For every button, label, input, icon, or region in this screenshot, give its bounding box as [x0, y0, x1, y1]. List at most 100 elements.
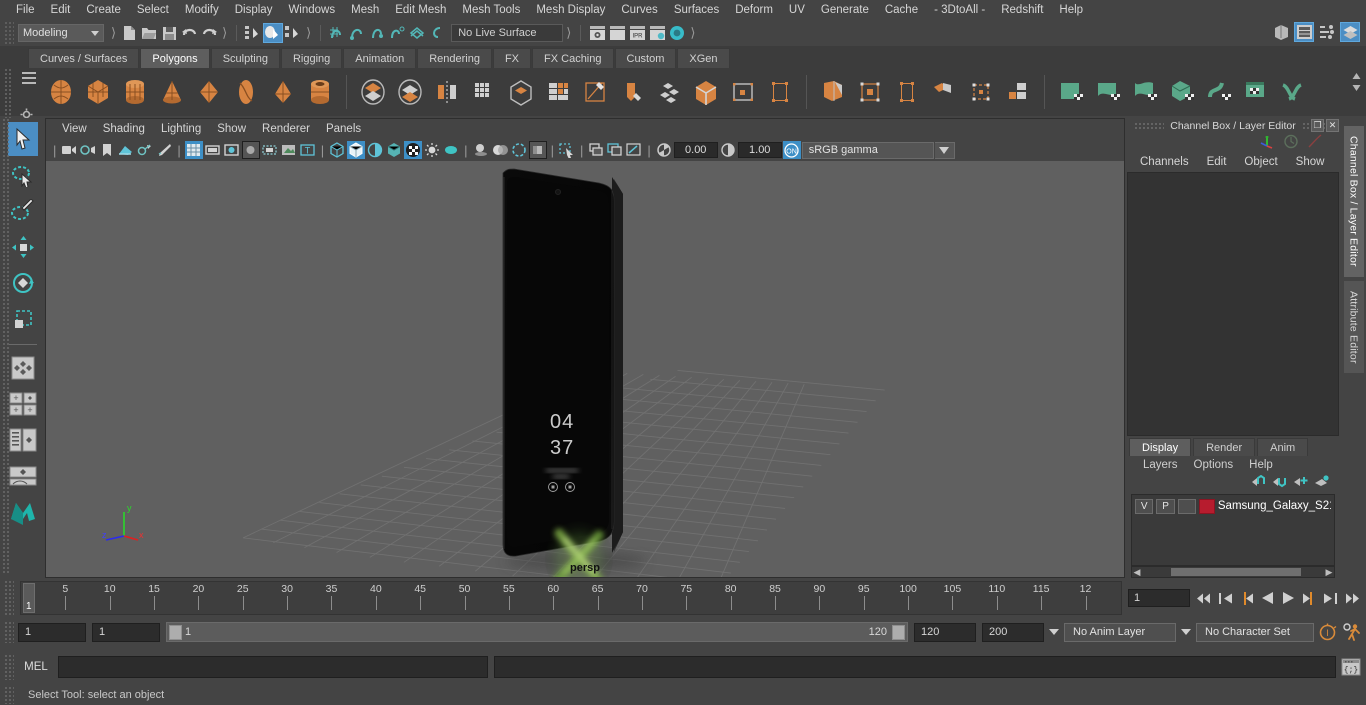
paint-select-tool-button[interactable] [8, 194, 38, 228]
display-layer-list[interactable]: V P Samsung_Galaxy_S21_ [1131, 494, 1335, 566]
menu-item-mesh[interactable]: Mesh [343, 0, 387, 20]
viewport-collapse-bracket-3[interactable]: | [318, 143, 327, 158]
menu-item-create[interactable]: Create [78, 0, 129, 20]
menu-item-select[interactable]: Select [129, 0, 177, 20]
viewport-collapse-bracket-6[interactable]: | [577, 143, 586, 158]
add-selected-to-layer-icon[interactable] [1314, 475, 1329, 491]
range-end-handle[interactable] [892, 624, 905, 640]
menu-item-mesh-tools[interactable]: Mesh Tools [454, 0, 528, 20]
go-to-end-icon[interactable] [1343, 590, 1360, 607]
menu-item-3dtoall[interactable]: - 3DtoAll - [926, 0, 993, 20]
poly-cube-icon[interactable] [81, 75, 115, 109]
perspective-viewport[interactable]: 04 37 y z x persp [46, 161, 1124, 577]
collapse-bracket-1[interactable]: ⟩ [108, 25, 119, 41]
rotate-tool-button[interactable] [8, 266, 38, 300]
layer-shading-toggle[interactable] [1177, 498, 1197, 514]
four-view-layout-button[interactable]: + + + [8, 387, 38, 421]
select-by-hierarchy-icon[interactable] [243, 23, 263, 43]
shelf-tab-polygons[interactable]: Polygons [140, 48, 210, 68]
new-scene-icon[interactable] [119, 23, 139, 43]
snap-to-projected-center-icon[interactable] [387, 23, 407, 43]
shadows-icon[interactable] [472, 141, 490, 159]
time-slider-grip[interactable] [4, 580, 14, 616]
film-gate-icon[interactable] [204, 141, 222, 159]
uv-planar-icon[interactable] [853, 75, 887, 109]
range-start-handle[interactable] [169, 624, 182, 640]
xray-active-components-icon[interactable] [606, 141, 624, 159]
menu-item-uv[interactable]: UV [781, 0, 813, 20]
exposure-icon[interactable] [655, 141, 673, 159]
sculpt-sphere-icon[interactable] [1091, 75, 1125, 109]
color-space-selector[interactable]: sRGB gamma [801, 141, 934, 159]
shelf-tab-rigging[interactable]: Rigging [280, 48, 343, 68]
menu-item-generate[interactable]: Generate [813, 0, 877, 20]
two-sided-lighting-icon[interactable] [442, 141, 460, 159]
color-space-chevron-down-icon[interactable] [934, 141, 955, 159]
viewport-collapse-bracket-7[interactable]: | [644, 143, 653, 158]
scale-tool-button[interactable] [8, 302, 38, 336]
viewport-collapse-bracket-5[interactable]: | [548, 143, 557, 158]
xray-joints-icon[interactable] [587, 141, 605, 159]
shelf-tab-fx-caching[interactable]: FX Caching [532, 48, 614, 68]
exposure-reset-icon[interactable] [625, 141, 643, 159]
command-input-field[interactable] [58, 656, 488, 678]
snap-to-view-plane-icon[interactable] [407, 23, 427, 43]
shelf-tab-xgen[interactable]: XGen [677, 48, 730, 68]
gate-mask-icon[interactable] [241, 141, 260, 159]
render-current-frame-icon[interactable] [587, 23, 607, 43]
viewport-collapse-bracket-2[interactable]: | [174, 143, 183, 158]
poly-pipe-icon[interactable] [303, 75, 337, 109]
current-frame-field[interactable]: 1 [1128, 589, 1190, 607]
poly-multicut-icon[interactable] [578, 75, 612, 109]
vertical-tab-channel-box-layer-editor[interactable]: Channel Box / Layer Editor [1343, 126, 1364, 277]
shelf-tab-rendering[interactable]: Rendering [417, 48, 492, 68]
exposure-value-field[interactable]: 0.00 [673, 142, 718, 158]
menu-item-redshift[interactable]: Redshift [993, 0, 1051, 20]
channel-menu-show[interactable]: Show [1287, 156, 1334, 168]
show-hide-modeling-toolkit-icon[interactable] [1271, 22, 1291, 42]
command-output-field[interactable] [494, 656, 1336, 678]
viewport-collapse-bracket-1[interactable]: | [50, 143, 59, 158]
make-live-icon[interactable] [427, 23, 447, 43]
layer-playback-toggle[interactable]: P [1156, 498, 1175, 514]
menu-item-edit[interactable]: Edit [43, 0, 79, 20]
select-camera-icon[interactable] [60, 141, 78, 159]
channel-box-content-area[interactable] [1127, 172, 1339, 436]
viewport-menu-shading[interactable]: Shading [95, 123, 153, 135]
play-forwards-icon[interactable] [1280, 590, 1297, 607]
layer-menu-help[interactable]: Help [1241, 459, 1281, 471]
anti-alias-icon[interactable] [510, 141, 528, 159]
poly-combine-icon[interactable] [393, 75, 427, 109]
menu-item-display[interactable]: Display [227, 0, 281, 20]
panel-close-icon[interactable]: ✕ [1326, 119, 1339, 132]
collapse-bracket-2[interactable]: ⟩ [219, 25, 230, 41]
ipr-render-icon[interactable]: IPR [627, 23, 647, 43]
grease-pencil-icon[interactable] [155, 141, 173, 159]
poly-smooth-icon[interactable] [467, 75, 501, 109]
character-set-chevron-down-icon[interactable] [1181, 629, 1191, 635]
poly-torus-icon[interactable] [192, 75, 226, 109]
move-layer-up-icon[interactable] [1251, 474, 1266, 491]
menu-item-deform[interactable]: Deform [727, 0, 781, 20]
play-backwards-icon[interactable] [1259, 590, 1276, 607]
menu-item-edit-mesh[interactable]: Edit Mesh [387, 0, 454, 20]
ambient-occlusion-icon[interactable] [491, 141, 509, 159]
poly-booleans-icon[interactable] [356, 75, 390, 109]
channel-menu-object[interactable]: Object [1235, 156, 1286, 168]
outliner-persp-layout-button[interactable] [8, 423, 38, 457]
anim-layer-chevron-down-icon[interactable] [1049, 629, 1059, 635]
table-row[interactable]: V P Samsung_Galaxy_S21_ [1132, 497, 1334, 515]
lighting-toggle-icon[interactable] [423, 141, 441, 159]
uv-automatic-icon[interactable] [890, 75, 924, 109]
auto-keyframe-icon[interactable]: I [1314, 623, 1340, 641]
gamma-icon[interactable] [719, 141, 737, 159]
snap-to-point-icon[interactable] [367, 23, 387, 43]
status-line-grip[interactable] [4, 21, 14, 45]
uv-snapshot-icon[interactable] [763, 75, 797, 109]
poly-mirror-icon[interactable] [430, 75, 464, 109]
layer-color-swatch[interactable] [1199, 498, 1215, 514]
menu-item-curves[interactable]: Curves [613, 0, 665, 20]
command-language-label[interactable]: MEL [14, 661, 58, 673]
poly-sphere-icon[interactable] [44, 75, 78, 109]
step-forward-frame-icon[interactable] [1301, 590, 1318, 607]
